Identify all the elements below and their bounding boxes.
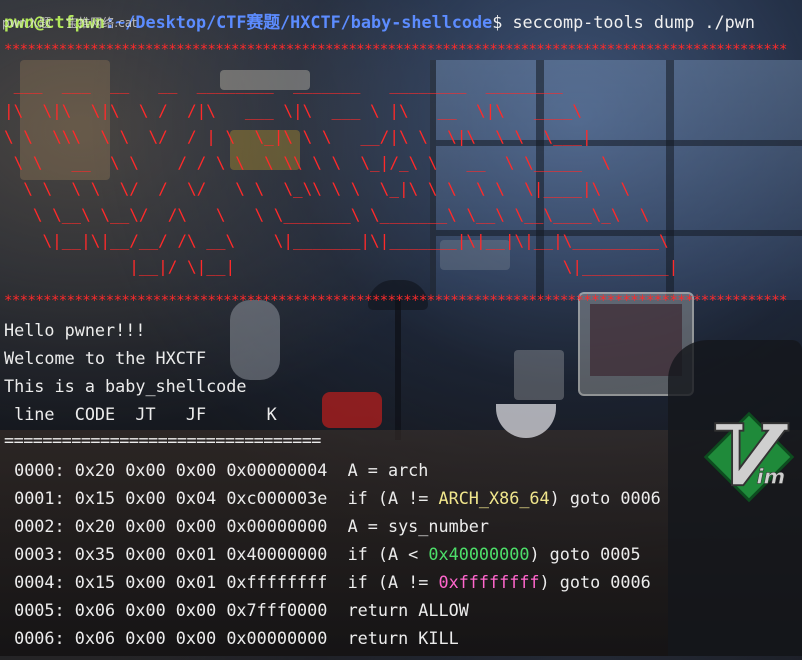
- shell-command: seccomp-tools dump ./pwn: [502, 12, 755, 32]
- prompt-path: :~/Desktop/CTF赛题/HXCTF/baby-shellcode: [105, 12, 493, 32]
- arch-constant: ARCH_X86_64: [438, 488, 550, 508]
- terminal-window[interactable]: pwn@ctfpwn:~/Desktop/CTF赛题/HXCTF/baby-sh…: [0, 0, 802, 656]
- banner-ascii-row: \ \__\ \__\/ /\ \ \ \_______\ \_______\ …: [4, 205, 650, 224]
- table-separator: =================================: [4, 430, 321, 450]
- banner-ascii-row: \|__|\|__/__/ /\ __\ \|_______|\|_______…: [4, 231, 669, 250]
- info-message: This is a baby_shellcode: [4, 376, 247, 396]
- table-header: line CODE JT JF K: [4, 404, 277, 424]
- banner-top-border: ****************************************…: [4, 42, 787, 58]
- table-row: 0003: 0x35 0x00 0x01 0x40000000 if (A < …: [4, 544, 641, 564]
- table-row: 0002: 0x20 0x00 0x00 0x00000000 A = sys_…: [4, 516, 490, 536]
- table-row: 0006: 0x06 0x00 0x00 0x00000000 return K…: [4, 628, 459, 648]
- table-row: 0005: 0x06 0x00 0x00 0x7fff0000 return A…: [4, 600, 469, 620]
- banner-ascii-row: ___ ___ __ __ ________ _______ ________ …: [4, 75, 563, 94]
- welcome-message: Welcome to the HXCTF: [4, 348, 207, 368]
- banner-ascii-row: |__|/ \|__| \|_________|: [4, 257, 679, 276]
- banner-ascii-row: |\ \|\ \|\ \ / /|\ ___ \|\ ___ \ |\ __ \…: [4, 101, 582, 120]
- syscall-limit-constant: 0x40000000: [428, 544, 530, 564]
- table-row: 0004: 0x15 0x00 0x01 0xffffffff if (A !=…: [4, 572, 651, 592]
- banner-ascii-row: \ \ \\\ \ \ \/ / | \ \_|\ \ \ __/|\ \ \|…: [4, 127, 592, 146]
- table-row: 0001: 0x15 0x00 0x04 0xc000003e if (A !=…: [4, 488, 661, 508]
- prompt-symbol: $: [492, 12, 503, 32]
- mask-constant: 0xffffffff: [438, 572, 540, 592]
- table-row: 0000: 0x20 0x00 0x00 0x00000004 A = arch: [4, 460, 429, 480]
- overlay-tab-text: pwn入题 宝推网络.cat: [2, 16, 137, 30]
- banner-ascii-row: \ \ __ \ \ / / \ \ \ \\ \ \ \_|/_\ \ __ …: [4, 153, 611, 172]
- hello-message: Hello pwner!!!: [4, 320, 146, 340]
- banner-ascii-row: \ \ \ \ \/ / \/ \ \ \_\\ \ \ \_|\ \ \ \ …: [4, 179, 631, 198]
- banner-bottom-border: ****************************************…: [4, 293, 787, 309]
